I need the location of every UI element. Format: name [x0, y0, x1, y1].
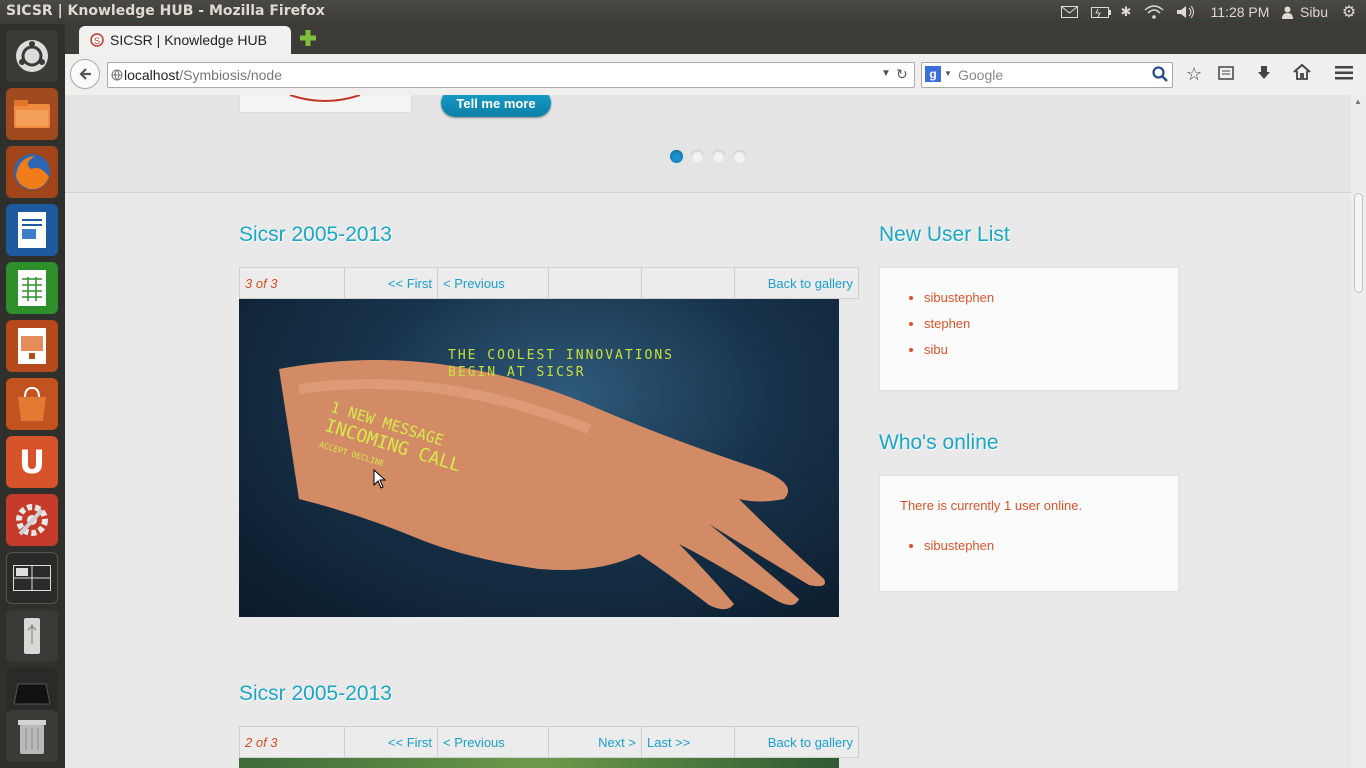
whos-online-block: There is currently 1 user online. sibust… [879, 475, 1179, 592]
firefox-icon[interactable] [6, 146, 58, 198]
gallery-image-2[interactable] [239, 758, 839, 768]
mail-icon[interactable] [1060, 2, 1078, 22]
system-top-panel: SICSR | Knowledge HUB - Mozilla Firefox … [0, 0, 1366, 24]
gallery-pager: 3 of 3 << First < Previous Back to galle… [239, 267, 859, 299]
dash-icon[interactable] [6, 30, 58, 82]
last-link-2[interactable]: Last >> [647, 735, 690, 750]
new-tab-icon[interactable] [300, 30, 318, 48]
slideshow: Tell me more [65, 95, 1351, 193]
bluetooth-icon[interactable]: ✱ [1119, 2, 1133, 22]
list-item[interactable]: sibu [924, 337, 1178, 363]
slide-dot-4[interactable] [733, 150, 746, 163]
menu-icon[interactable] [1335, 66, 1353, 85]
url-text: localhost/Symbiosis/node [124, 67, 282, 83]
previous-link[interactable]: < Previous [443, 276, 505, 291]
volume-icon[interactable] [1175, 2, 1197, 22]
wifi-icon[interactable] [1143, 2, 1165, 22]
software-center-icon[interactable] [6, 378, 58, 430]
tab-knowledge-hub[interactable]: S SICSR | Knowledge HUB [79, 26, 291, 54]
nav-bar: localhost/Symbiosis/node ▼ ↻ g ▼ Google … [65, 54, 1366, 96]
image-caption: THE COOLEST INNOVATIONS BEGIN AT SICSR [448, 348, 675, 380]
workspace-switcher-icon[interactable] [6, 552, 58, 604]
page-content: Tell me more Sicsr 2005-2013 3 of 3 << F… [65, 95, 1351, 768]
image-counter: 3 of 3 [245, 275, 278, 291]
tell-me-more-button[interactable]: Tell me more [441, 95, 551, 117]
gallery-title[interactable]: Sicsr 2005-2013 [239, 223, 392, 247]
trash-icon[interactable] [6, 710, 58, 762]
svg-text:S: S [94, 36, 100, 46]
window-title: SICSR | Knowledge HUB - Mozilla Firefox [6, 3, 325, 19]
slide-dot-3[interactable] [712, 150, 725, 163]
search-icon[interactable] [1152, 66, 1168, 87]
search-input[interactable]: Google [958, 67, 1003, 83]
search-bar[interactable]: g ▼ Google [921, 62, 1173, 88]
list-item[interactable]: sibustephen [924, 533, 1178, 559]
back-to-gallery-link[interactable]: Back to gallery [768, 276, 853, 291]
slide-dot-1[interactable] [670, 150, 683, 163]
scrollbar-thumb[interactable] [1354, 193, 1363, 293]
tab-label: SICSR | Knowledge HUB [110, 32, 267, 48]
list-item[interactable]: stephen [924, 311, 1178, 337]
previous-link-2[interactable]: < Previous [443, 735, 505, 750]
vertical-scrollbar[interactable]: ▲ [1351, 95, 1366, 768]
google-engine-icon[interactable]: g [925, 66, 941, 82]
back-button[interactable] [70, 59, 100, 89]
clock[interactable]: 11:28 PM [1208, 2, 1272, 22]
engine-dropdown-icon[interactable]: ▼ [944, 69, 952, 78]
bookmarks-menu-icon[interactable] [1218, 65, 1234, 86]
favicon-icon: S [90, 33, 104, 52]
back-arrow-icon [79, 68, 91, 80]
new-user-list-block: sibustephen stephen sibu [879, 267, 1179, 391]
user-icon [1281, 2, 1293, 22]
scroll-up-icon[interactable]: ▲ [1354, 97, 1362, 106]
history-dropdown-icon[interactable]: ▼ [881, 68, 891, 79]
gear-icon[interactable]: ⚙ [1340, 2, 1358, 22]
slide-pager [670, 150, 746, 163]
whos-online-title: Who's online [879, 431, 999, 454]
gallery-image[interactable]: THE COOLEST INNOVATIONS BEGIN AT SICSR 1… [239, 299, 839, 617]
new-user-list: sibustephen stephen sibu [880, 285, 1178, 363]
ubuntu-one-icon[interactable]: U [6, 436, 58, 488]
gallery-title-2[interactable]: Sicsr 2005-2013 [239, 682, 392, 706]
first-link-2[interactable]: << First [388, 735, 432, 750]
downloads-icon[interactable] [1256, 65, 1272, 86]
gallery-pager-2: 2 of 3 << First < Previous Next > Last >… [239, 726, 859, 758]
usb-drive-icon[interactable] [6, 610, 58, 662]
slide-image [239, 95, 412, 113]
user-name[interactable]: Sibu [1297, 2, 1331, 22]
slide-dot-2[interactable] [691, 150, 704, 163]
battery-icon[interactable] [1090, 2, 1112, 22]
tab-strip: S SICSR | Knowledge HUB [65, 24, 1366, 54]
online-status-text: There is currently 1 user online. [900, 498, 1083, 513]
list-item[interactable]: sibustephen [924, 285, 1178, 311]
impress-icon[interactable] [6, 320, 58, 372]
files-icon[interactable] [6, 88, 58, 140]
home-icon[interactable] [1293, 63, 1311, 85]
bookmark-star-icon[interactable]: ☆ [1186, 64, 1202, 85]
writer-icon[interactable] [6, 204, 58, 256]
url-bar[interactable]: localhost/Symbiosis/node ▼ ↻ [107, 62, 915, 88]
new-user-list-title: New User List [879, 223, 1010, 246]
globe-icon [111, 68, 123, 86]
launcher: U [0, 24, 66, 768]
next-link-2[interactable]: Next > [598, 735, 636, 750]
first-link[interactable]: << First [388, 276, 432, 291]
system-settings-icon[interactable] [6, 494, 58, 546]
back-to-gallery-link-2[interactable]: Back to gallery [768, 735, 853, 750]
image-counter-2: 2 of 3 [245, 734, 278, 750]
calc-icon[interactable] [6, 262, 58, 314]
mouse-cursor-icon [373, 469, 387, 489]
online-user-list: sibustephen [880, 533, 1178, 559]
reload-icon[interactable]: ↻ [896, 66, 908, 83]
